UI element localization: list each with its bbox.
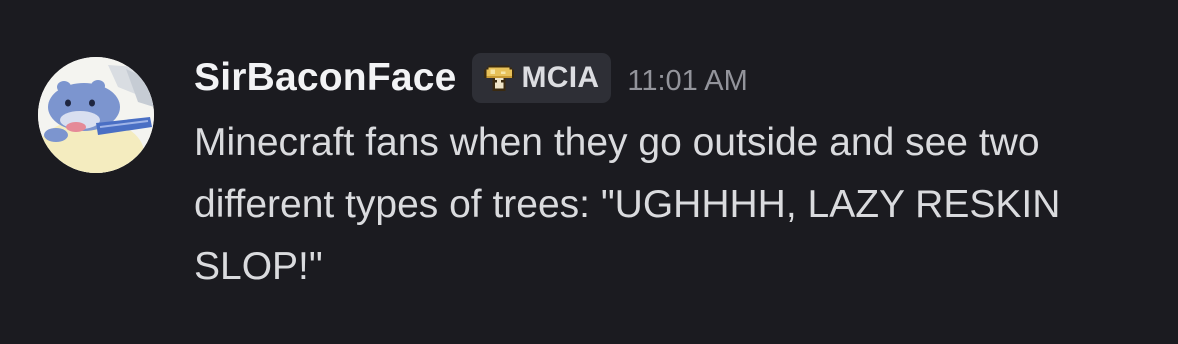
server-tag-label: MCIA (521, 61, 600, 94)
user-avatar[interactable] (38, 57, 154, 173)
server-tag[interactable]: MCIA (471, 53, 612, 103)
spheal-avatar-icon (38, 57, 154, 173)
chat-message: SirBaconFace MCIA 11:01 AM Minecraft fan… (0, 0, 1178, 344)
mushroom-icon (483, 65, 514, 91)
message-text: Minecraft fans when they go outside and … (194, 121, 1061, 288)
message-timestamp[interactable]: 11:01 AM (627, 65, 747, 98)
message-header: SirBaconFace MCIA 11:01 AM (194, 50, 1154, 106)
message-content: SirBaconFace MCIA 11:01 AM Minecraft fan… (194, 50, 1154, 298)
username[interactable]: SirBaconFace (194, 56, 457, 100)
